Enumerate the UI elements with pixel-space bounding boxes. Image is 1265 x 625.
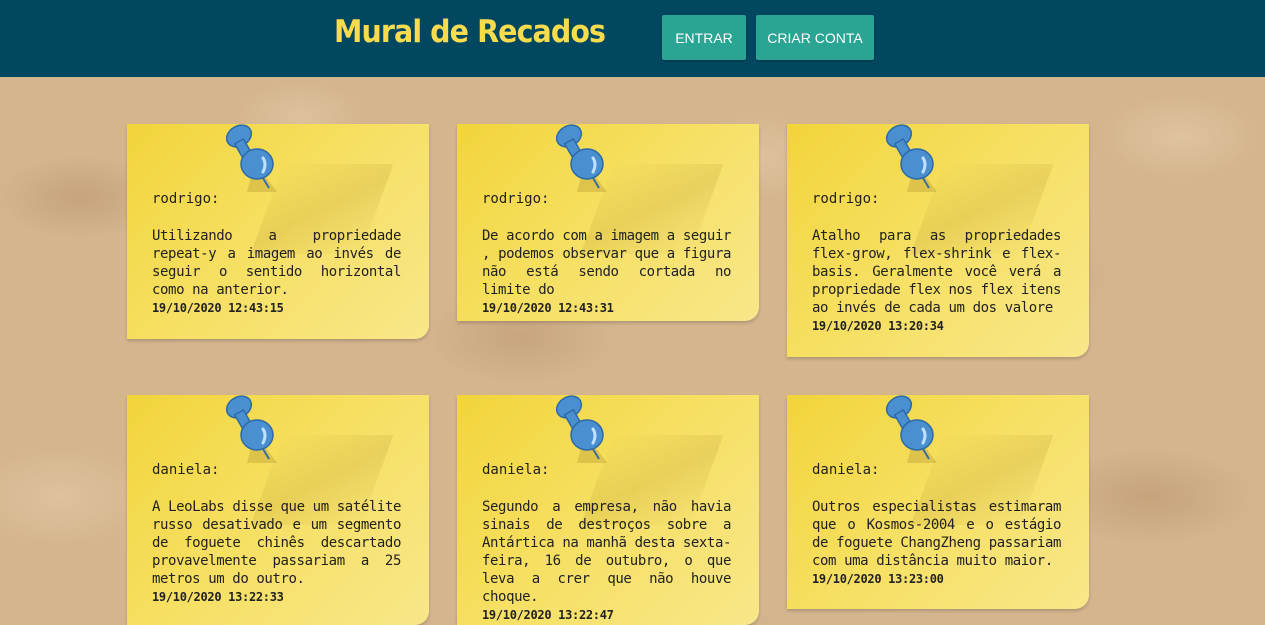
note-message: A LeoLabs disse que um satélite russo de… [152,498,401,606]
note-message-text: Utilizando a propriedade repeat-y a imag… [152,228,401,298]
note-author: daniela: [152,462,220,478]
note-timestamp: 19/10/2020 13:23:00 [812,572,944,586]
create-account-button[interactable]: CRIAR CONTA [756,15,874,60]
note-message-text: De acordo com a imagem a seguir , podemo… [482,228,731,298]
note-message-text: Atalho para as propriedades flex-grow, f… [812,228,1061,316]
note-author: rodrigo: [482,191,550,207]
note-card: rodrigo: Utilizando a propriedade repeat… [127,124,429,339]
note-timestamp: 19/10/2020 12:43:31 [482,301,614,315]
push-pin-icon [885,395,937,463]
top-navbar: Mural de Recados ENTRAR CRIAR CONTA [0,0,1265,77]
push-pin-icon [555,395,607,463]
note-timestamp: 19/10/2020 13:22:33 [152,590,284,604]
note-message: Atalho para as propriedades flex-grow, f… [812,227,1061,335]
note-timestamp: 19/10/2020 12:43:15 [152,301,284,315]
note-message-text: A LeoLabs disse que um satélite russo de… [152,499,401,587]
push-pin-icon [225,124,277,192]
note-author: rodrigo: [152,191,220,207]
site-title: Mural de Recados [334,14,606,50]
push-pin-icon [225,395,277,463]
note-author: daniela: [812,462,880,478]
note-author: daniela: [482,462,550,478]
note-message-text: Segundo a empresa, não havia sinais de d… [482,499,731,605]
note-card: daniela: Segundo a empresa, não havia si… [457,395,759,625]
push-pin-icon [555,124,607,192]
note-message: Segundo a empresa, não havia sinais de d… [482,498,731,624]
note-message: Outros especialistas estimaram que o Kos… [812,498,1061,588]
note-message: De acordo com a imagem a seguir , podemo… [482,227,731,317]
note-card: daniela: Outros especialistas estimaram … [787,395,1089,609]
note-timestamp: 19/10/2020 13:20:34 [812,319,944,333]
note-author: rodrigo: [812,191,880,207]
push-pin-icon [885,124,937,192]
note-timestamp: 19/10/2020 13:22:47 [482,608,614,622]
note-message-text: Outros especialistas estimaram que o Kos… [812,499,1061,569]
note-message: Utilizando a propriedade repeat-y a imag… [152,227,401,317]
note-card: rodrigo: Atalho para as propriedades fle… [787,124,1089,357]
note-card: daniela: A LeoLabs disse que um satélite… [127,395,429,625]
login-button[interactable]: ENTRAR [662,15,746,60]
note-card: rodrigo: De acordo com a imagem a seguir… [457,124,759,321]
